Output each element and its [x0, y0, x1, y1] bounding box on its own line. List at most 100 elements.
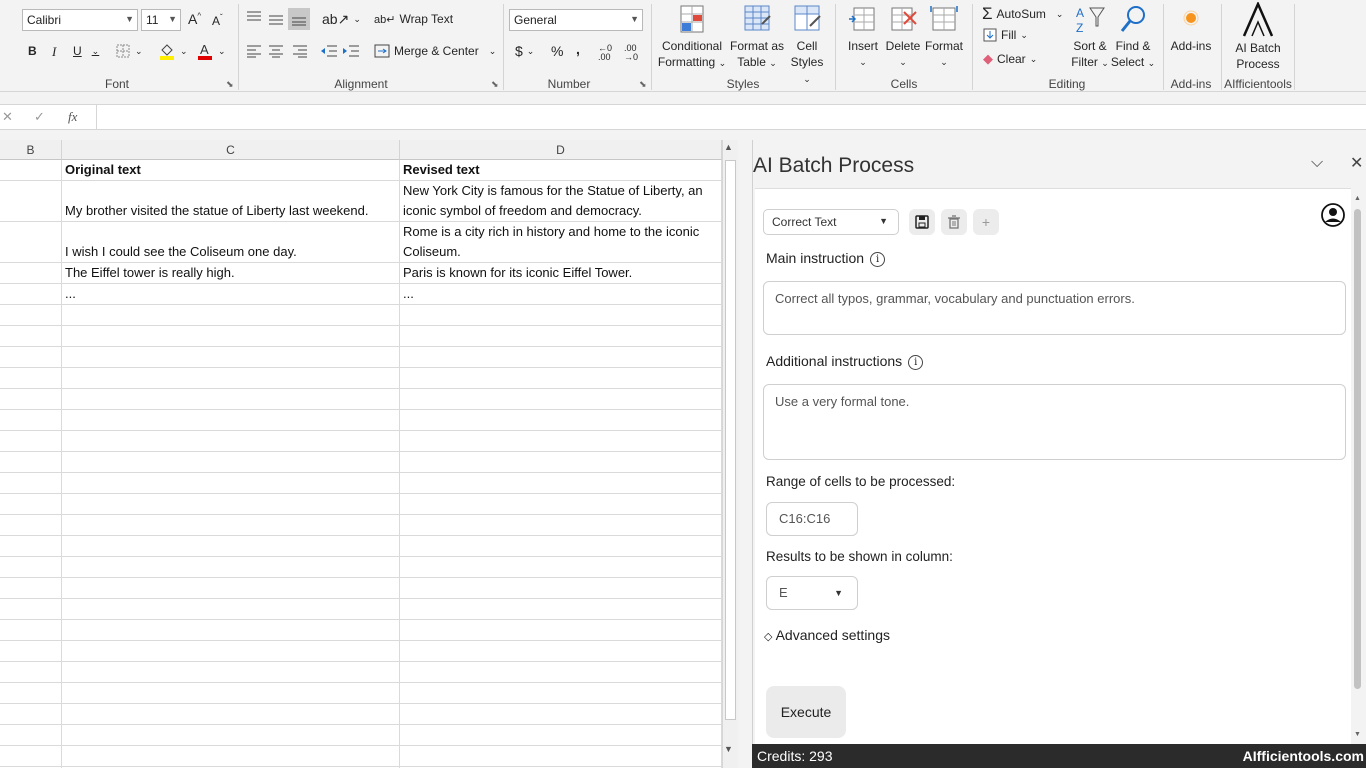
cell[interactable] [62, 578, 400, 598]
cell[interactable] [400, 305, 722, 325]
cell[interactable] [400, 368, 722, 388]
align-center-button[interactable] [268, 44, 284, 58]
pane-options-chevron-icon[interactable]: ⌵ [1311, 154, 1323, 172]
decrease-font-size-button[interactable]: Aˇ [212, 13, 223, 28]
increase-decimal-button[interactable]: ←0.00 [598, 44, 612, 62]
cell[interactable]: ... [400, 284, 722, 304]
font-size-combo[interactable]: 11 ▼ [141, 9, 181, 31]
cell[interactable] [0, 181, 62, 221]
cell[interactable] [0, 368, 62, 388]
cell[interactable] [400, 536, 722, 556]
cell[interactable] [62, 620, 400, 640]
increase-indent-button[interactable] [342, 44, 360, 58]
cell-styles-button[interactable]: Cell Styles ⌄ [786, 4, 828, 87]
font-color-button[interactable]: A ⌄ [196, 42, 226, 60]
cell[interactable] [0, 452, 62, 472]
cell[interactable] [400, 326, 722, 346]
cell[interactable]: The Eiffel tower is really high. [62, 263, 400, 283]
scroll-up-icon[interactable]: ▲ [724, 142, 733, 152]
increase-font-size-button[interactable]: A^ [188, 11, 201, 27]
cell[interactable] [62, 410, 400, 430]
range-input[interactable]: C16:C16 [766, 502, 858, 536]
cell[interactable] [400, 557, 722, 577]
cell[interactable] [0, 620, 62, 640]
align-top-button[interactable] [246, 10, 262, 24]
cell[interactable] [0, 683, 62, 703]
column-header-b[interactable]: B [0, 140, 62, 160]
cell[interactable] [62, 725, 400, 745]
info-icon[interactable]: i [870, 251, 886, 267]
delete-preset-button[interactable] [941, 209, 967, 235]
enter-icon[interactable]: ✓ [34, 109, 45, 125]
bold-button[interactable]: B [28, 44, 37, 58]
cell[interactable] [62, 683, 400, 703]
italic-button[interactable]: I [52, 44, 56, 60]
cell[interactable] [62, 305, 400, 325]
currency-button[interactable]: $ ⌄ [515, 43, 534, 59]
cell[interactable]: Rome is a city rich in history and home … [400, 222, 722, 262]
cell[interactable] [0, 263, 62, 283]
cell[interactable] [400, 662, 722, 682]
user-account-icon[interactable] [1321, 203, 1345, 230]
cell[interactable] [0, 704, 62, 724]
cell[interactable] [62, 473, 400, 493]
insert-function-icon[interactable]: fx [68, 109, 77, 125]
cell[interactable] [0, 557, 62, 577]
font-dialog-launcher-icon[interactable]: ⬊ [226, 79, 234, 90]
cell[interactable] [400, 641, 722, 661]
formula-input[interactable] [96, 105, 1366, 129]
autosum-button[interactable]: Σ AutoSum ⌄ [982, 4, 1063, 24]
cell[interactable] [0, 326, 62, 346]
cell[interactable] [62, 536, 400, 556]
comma-style-button[interactable]: , [576, 41, 580, 57]
cell[interactable] [0, 536, 62, 556]
cell[interactable] [62, 704, 400, 724]
cell[interactable] [400, 347, 722, 367]
percent-button[interactable]: % [551, 43, 563, 59]
cell[interactable] [62, 515, 400, 535]
cell[interactable] [0, 160, 62, 180]
align-right-button[interactable] [292, 44, 308, 58]
cell[interactable] [62, 452, 400, 472]
brand-link[interactable]: AIfficientools.com [1243, 748, 1364, 764]
cell[interactable] [0, 641, 62, 661]
execute-button[interactable]: Execute [766, 686, 846, 738]
align-middle-button[interactable] [268, 12, 284, 26]
cell[interactable] [0, 473, 62, 493]
pane-scrollbar[interactable]: ▲ ▼ [1353, 193, 1363, 743]
close-pane-icon[interactable]: ✕ [1350, 153, 1363, 173]
results-column-select[interactable]: E ▼ [766, 576, 858, 610]
cell[interactable] [400, 410, 722, 430]
number-dialog-launcher-icon[interactable]: ⬊ [639, 79, 647, 90]
cell[interactable] [0, 389, 62, 409]
align-left-button[interactable] [246, 44, 262, 58]
cell[interactable] [0, 746, 62, 766]
scroll-down-icon[interactable]: ▼ [724, 744, 733, 754]
cell[interactable] [400, 599, 722, 619]
format-as-table-button[interactable]: Format as Table ⌄ [728, 4, 786, 71]
format-button[interactable]: Format ⌄ [923, 4, 965, 70]
cell[interactable]: I wish I could see the Coliseum one day. [62, 222, 400, 262]
cell[interactable] [62, 662, 400, 682]
cell[interactable] [0, 599, 62, 619]
scrollbar-thumb[interactable] [1354, 209, 1361, 689]
cell[interactable] [0, 494, 62, 514]
cell[interactable]: ... [62, 284, 400, 304]
cell[interactable]: My brother visited the statue of Liberty… [62, 181, 400, 221]
scroll-up-icon[interactable]: ▲ [1354, 195, 1361, 202]
cell[interactable] [0, 578, 62, 598]
cell[interactable] [62, 389, 400, 409]
cell[interactable] [400, 452, 722, 472]
preset-select[interactable]: Correct Text ▼ [763, 209, 899, 235]
cell[interactable]: Paris is known for its iconic Eiffel Tow… [400, 263, 722, 283]
cell[interactable] [0, 347, 62, 367]
advanced-settings-toggle[interactable]: ◇ Advanced settings [764, 627, 890, 643]
alignment-dialog-launcher-icon[interactable]: ⬊ [491, 79, 499, 90]
cell[interactable] [0, 305, 62, 325]
insert-button[interactable]: Insert ⌄ [843, 4, 883, 70]
scroll-down-icon[interactable]: ▼ [1354, 731, 1361, 738]
cell[interactable]: Original text [62, 160, 400, 180]
underline-button[interactable]: U ⌄ [73, 44, 99, 58]
cell[interactable] [62, 431, 400, 451]
scrollbar-thumb[interactable] [725, 160, 736, 720]
